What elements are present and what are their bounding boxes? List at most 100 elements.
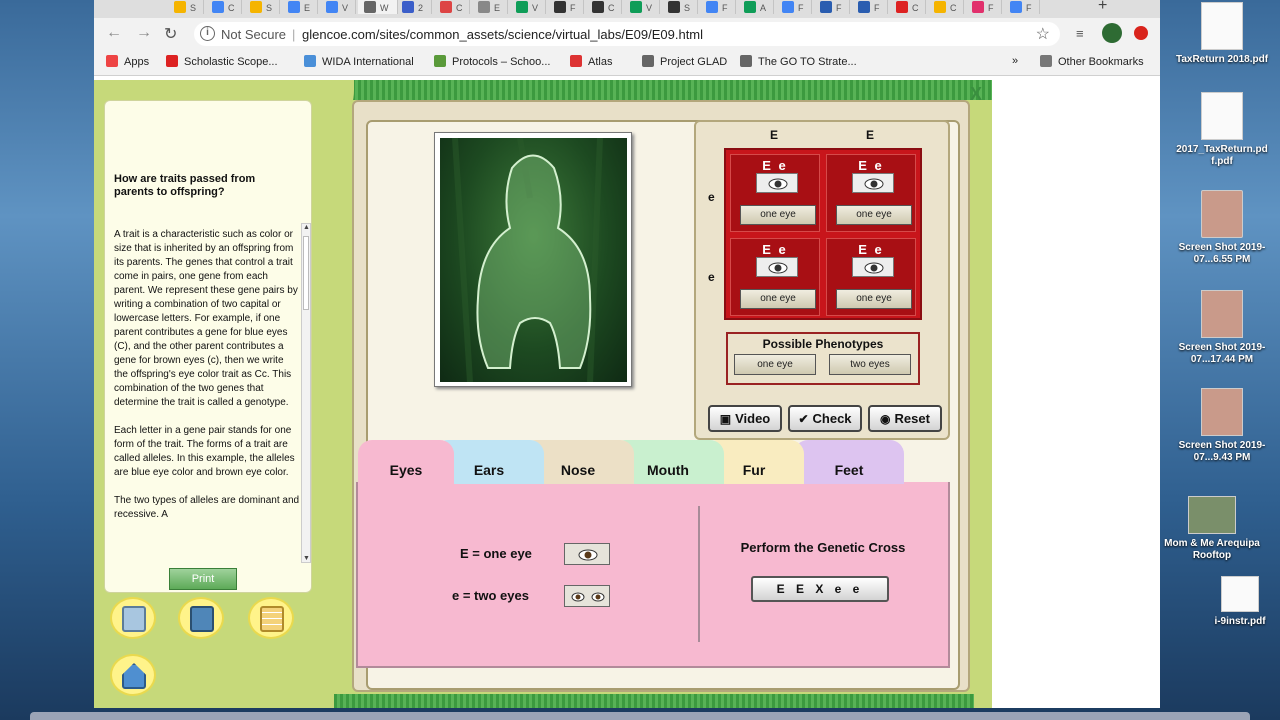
tab-favicon-icon bbox=[326, 1, 338, 13]
print-button[interactable]: Print bbox=[169, 568, 237, 590]
browser-tab[interactable]: E bbox=[472, 0, 508, 14]
bookmarks-more-icon[interactable]: » bbox=[1012, 55, 1018, 67]
video-button[interactable]: ▣ Video bbox=[708, 405, 782, 432]
browser-tab[interactable]: S bbox=[244, 0, 280, 14]
bookmarks-bar: Apps Scholastic Scope... WIDA Internationa… bbox=[94, 50, 1160, 76]
media-icon[interactable]: ≡ bbox=[1076, 26, 1084, 41]
tab-title: F bbox=[570, 3, 576, 13]
calculator-button[interactable] bbox=[178, 597, 224, 639]
scroll-up-icon[interactable]: ▲ bbox=[303, 224, 310, 231]
new-tab-button[interactable]: + bbox=[1098, 0, 1107, 15]
scroll-down-icon[interactable]: ▼ bbox=[303, 555, 310, 562]
eye-shape bbox=[768, 262, 788, 274]
tab-favicon-icon bbox=[288, 1, 300, 13]
bookmark-label: Apps bbox=[124, 56, 150, 68]
browser-tab[interactable]: S bbox=[168, 0, 204, 14]
home-button[interactable] bbox=[110, 654, 156, 696]
browser-tab[interactable]: F bbox=[776, 0, 812, 14]
desktop-icon[interactable]: Screen Shot 2019-07...17.44 PM bbox=[1172, 290, 1272, 366]
browser-tab[interactable]: C bbox=[928, 0, 964, 14]
browser-tab[interactable]: V bbox=[510, 0, 546, 14]
scroll-thumb[interactable] bbox=[303, 236, 309, 310]
bookmark-favicon-icon bbox=[304, 55, 316, 67]
browser-tab[interactable]: F bbox=[548, 0, 584, 14]
tab-feet[interactable]: Feet bbox=[794, 440, 904, 484]
reload-icon[interactable]: ↻ bbox=[164, 24, 177, 44]
reset-button[interactable]: ◉ Reset bbox=[868, 405, 942, 432]
browser-tab[interactable]: S bbox=[662, 0, 698, 14]
tab-favicon-icon bbox=[630, 1, 642, 13]
bottom-stripe bbox=[334, 694, 974, 708]
eye-shape bbox=[864, 178, 884, 190]
info-scrollbar[interactable]: ▲ ▼ bbox=[301, 223, 311, 563]
tab-favicon-icon bbox=[212, 1, 224, 13]
virtual-lab: X How are traits passed from parents to … bbox=[94, 80, 992, 708]
desktop-icon[interactable]: Screen Shot 2019-07...9.43 PM bbox=[1172, 388, 1272, 464]
desktop-icon[interactable]: i-9instr.pdf bbox=[1190, 576, 1280, 628]
info-icon[interactable]: i bbox=[200, 26, 215, 41]
profile-avatar[interactable] bbox=[1102, 23, 1122, 43]
browser-tab[interactable]: 2 bbox=[396, 0, 432, 14]
desktop-icon[interactable]: Mom & Me Arequipa Rooftop bbox=[1162, 496, 1262, 562]
desktop-icon[interactable]: Screen Shot 2019-07...6.55 PM bbox=[1172, 190, 1272, 266]
browser-tab[interactable]: A bbox=[738, 0, 774, 14]
cell-genotype: E e bbox=[858, 158, 884, 173]
phenotype-slot[interactable]: one eye bbox=[836, 289, 912, 309]
bookmark-star-icon[interactable]: ☆ bbox=[1036, 24, 1050, 44]
extension-icon[interactable] bbox=[1134, 26, 1148, 40]
forward-icon[interactable]: → bbox=[136, 24, 152, 42]
bookmark-item[interactable]: Apps bbox=[106, 55, 149, 68]
desktop-icon-label: Screen Shot 2019-07...9.43 PM bbox=[1178, 440, 1266, 463]
phenotype-slot[interactable]: one eye bbox=[740, 289, 816, 309]
desktop-icon-label: Mom & Me Arequipa Rooftop bbox=[1164, 538, 1260, 561]
bookmark-item[interactable]: Atlas bbox=[570, 55, 612, 68]
browser-tab[interactable]: E bbox=[282, 0, 318, 14]
other-bookmarks[interactable]: Other Bookmarks bbox=[1040, 55, 1144, 68]
bookmark-item[interactable]: Protocols – Schoo... bbox=[434, 55, 550, 68]
bookmark-label: Project GLAD bbox=[660, 56, 728, 68]
clipboard-button[interactable] bbox=[110, 597, 156, 639]
tab-title: E bbox=[494, 3, 501, 13]
tab-eyes[interactable]: Eyes bbox=[358, 440, 454, 484]
back-icon[interactable]: ← bbox=[106, 24, 122, 42]
browser-tab[interactable]: W bbox=[358, 0, 398, 14]
browser-tab[interactable]: C bbox=[206, 0, 242, 14]
phenotype-slot[interactable]: one eye bbox=[740, 205, 816, 225]
check-button[interactable]: ✔ Check bbox=[788, 405, 862, 432]
bookmark-item[interactable]: The GO TO Strate... bbox=[740, 55, 857, 68]
tab-favicon-icon bbox=[516, 1, 528, 13]
genetic-cross-button[interactable]: E E X e e bbox=[751, 576, 889, 602]
browser-tab[interactable]: V bbox=[320, 0, 356, 14]
bookmark-item[interactable]: Project GLAD bbox=[642, 55, 727, 68]
table-button[interactable] bbox=[248, 597, 294, 639]
browser-tab[interactable]: C bbox=[586, 0, 622, 14]
browser-tab[interactable]: C bbox=[890, 0, 926, 14]
desktop-icon[interactable]: TaxReturn 2018.pdf bbox=[1172, 2, 1272, 66]
close-lab-button[interactable]: X bbox=[970, 84, 982, 105]
desktop-icon[interactable]: 2017_TaxReturn.pd f.pdf bbox=[1172, 92, 1272, 168]
bookmark-favicon-icon bbox=[740, 55, 752, 67]
bookmark-item[interactable]: Scholastic Scope... bbox=[166, 55, 278, 68]
creature-frame bbox=[434, 132, 632, 387]
browser-tab[interactable]: C bbox=[434, 0, 470, 14]
browser-tab[interactable]: F bbox=[966, 0, 1002, 14]
tab-favicon-icon bbox=[934, 1, 946, 13]
address-bar[interactable]: i Not Secure | glencoe.com/sites/common_… bbox=[194, 22, 1060, 46]
browser-tab[interactable]: F bbox=[1004, 0, 1040, 14]
browser-tab[interactable]: F bbox=[700, 0, 736, 14]
folder-icon bbox=[1040, 55, 1052, 67]
paragraph: The two types of alleles are dominant an… bbox=[114, 495, 300, 520]
photo-thumbnail bbox=[1201, 388, 1243, 436]
one-eye-icon bbox=[852, 257, 894, 277]
browser-window: S C S E V W 2 C E V F C V S F A F F F C C F F + ← → ↻ i Not Se… bbox=[94, 0, 1160, 708]
browser-tab[interactable]: V bbox=[624, 0, 660, 14]
creature-outline-icon bbox=[452, 138, 603, 382]
phenotype-one-eye-button[interactable]: one eye bbox=[734, 354, 816, 375]
bookmark-item[interactable]: WIDA International bbox=[304, 55, 414, 68]
phenotype-slot[interactable]: one eye bbox=[836, 205, 912, 225]
security-label: Not Secure bbox=[221, 27, 287, 42]
browser-tab[interactable]: F bbox=[852, 0, 888, 14]
browser-tab[interactable]: F bbox=[814, 0, 850, 14]
phenotype-two-eyes-button[interactable]: two eyes bbox=[829, 354, 911, 375]
url-text[interactable]: glencoe.com/sites/common_assets/science/… bbox=[302, 27, 703, 42]
